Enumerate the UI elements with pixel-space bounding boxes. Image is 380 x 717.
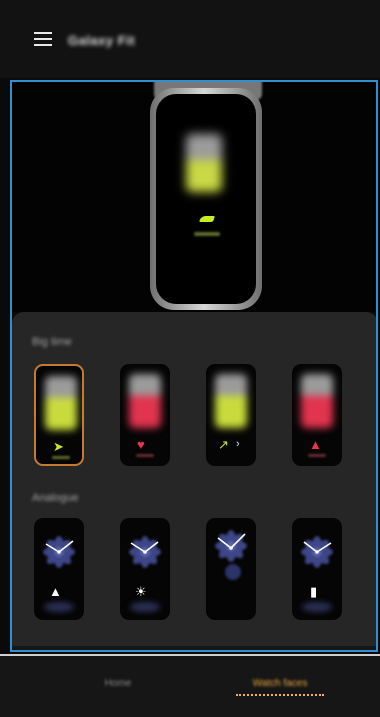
bottom-navigation: Home Watch faces bbox=[0, 656, 380, 717]
tab-home[interactable]: Home bbox=[78, 678, 158, 689]
app-title: Galaxy Fit bbox=[68, 33, 136, 48]
hamburger-menu-icon[interactable] bbox=[34, 32, 52, 46]
tab-watch-faces[interactable]: Watch faces bbox=[232, 678, 328, 689]
focus-outline bbox=[10, 80, 378, 652]
app-header: Galaxy Fit bbox=[0, 0, 380, 78]
active-tab-indicator bbox=[236, 694, 324, 696]
